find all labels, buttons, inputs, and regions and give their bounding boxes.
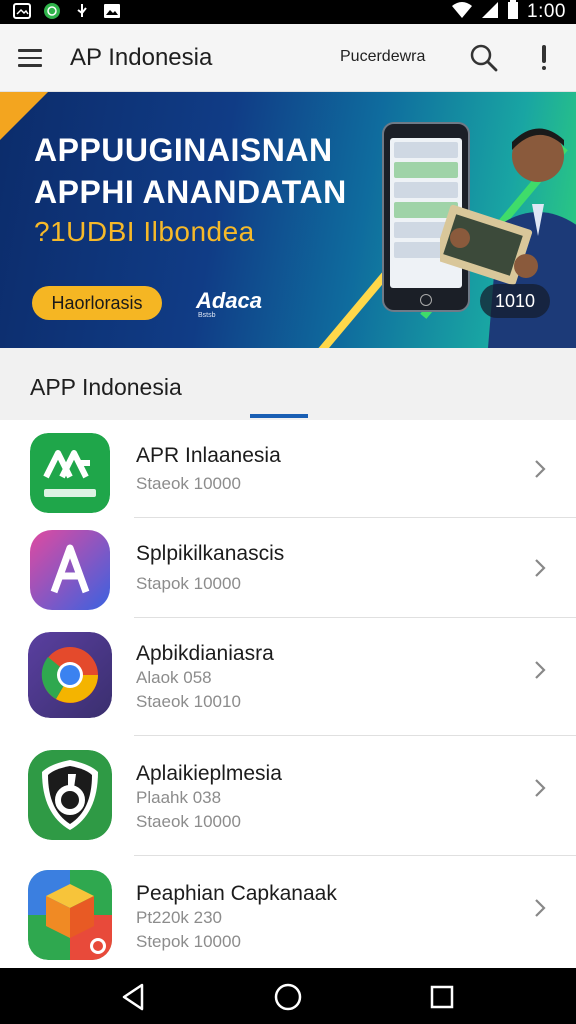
list-item-subtitle: Staeok 10000 [136, 812, 241, 831]
system-nav-bar [0, 968, 576, 1024]
back-icon[interactable] [116, 980, 152, 1014]
app-title: AP Indonesia [70, 44, 213, 71]
app-bar: AP Indonesia Pucerdewra [0, 24, 576, 92]
chevron-right-icon [532, 457, 548, 481]
list-item-subtitle: Pt220k 230 [136, 908, 223, 927]
home-icon[interactable] [270, 980, 306, 1014]
section-tab-indicator [250, 414, 308, 418]
green-app-icon [30, 433, 110, 513]
chevron-right-icon [532, 776, 548, 800]
list-item-subtitle: Staeok 10010 [136, 692, 241, 711]
banner-logo-sub: Bstsb [198, 312, 216, 319]
list-item[interactable]: Peaphian Capkanaak Pt220k 230 Stepok 100… [0, 856, 576, 968]
list-item[interactable]: Splpikilkanascis Stapok 10000 [0, 518, 576, 618]
list-item-subtitle: Stapok 10000 [136, 574, 241, 593]
whatsapp-icon [42, 2, 62, 20]
banner-logo: Adaca [196, 288, 263, 313]
section-header: APP Indonesia [0, 348, 576, 420]
usb-icon [72, 2, 92, 20]
menu-icon[interactable] [18, 42, 52, 74]
list-item-subtitle: Staeok 10000 [136, 474, 241, 493]
recents-icon[interactable] [424, 980, 460, 1014]
section-title: APP Indonesia [30, 374, 182, 400]
promo-banner[interactable]: APPUUGINAISNAN APPHI ANANDATAN ?1UDBI Il… [0, 92, 576, 348]
list-item-subtitle: Plaahk 038 [136, 788, 222, 807]
chrome-like-app-icon [28, 632, 112, 718]
list-item-subtitle: Stepok 10000 [136, 932, 241, 951]
app-list: APR Inlaanesia Staeok 10000 Splpikilkana… [0, 420, 576, 968]
shield-app-icon [28, 750, 112, 840]
banner-cta-button[interactable]: Haorlorasis [32, 286, 162, 320]
gallery-icon [12, 2, 32, 20]
list-item[interactable]: Aplaikieplmesia Plaahk 038 Staeok 10000 [0, 736, 576, 856]
image-icon [102, 2, 122, 20]
battery-icon [507, 0, 519, 25]
chevron-right-icon [532, 896, 548, 920]
list-item-title: APR Inlaanesia [136, 444, 281, 467]
banner-counter: 1010 [480, 284, 550, 318]
list-item-title: Apbikdianiasra [136, 642, 274, 665]
list-item-subtitle: Alaok 058 [136, 668, 212, 687]
wifi-icon [451, 1, 473, 24]
search-icon[interactable] [466, 40, 502, 76]
more-icon[interactable] [530, 40, 558, 76]
chevron-right-icon [532, 658, 548, 682]
signal-icon [481, 1, 499, 24]
cube-app-icon [28, 870, 112, 960]
banner-headline-3: ?1UDBI Ilbondea [34, 216, 255, 247]
chevron-right-icon [532, 556, 548, 580]
banner-headline-2: APPHI ANANDATAN [34, 174, 347, 210]
banner-headline-1: APPUUGINAISNAN [34, 132, 333, 168]
app-bar-action-link[interactable]: Pucerdewra [340, 48, 425, 66]
status-time: 1:00 [527, 1, 566, 22]
purple-a-app-icon [30, 530, 110, 610]
list-item-title: Peaphian Capkanaak [136, 882, 337, 905]
list-item-title: Aplaikieplmesia [136, 762, 282, 785]
list-item-title: Splpikilkanascis [136, 542, 285, 565]
list-item[interactable]: APR Inlaanesia Staeok 10000 [0, 420, 576, 518]
list-item[interactable]: Apbikdianiasra Alaok 058 Staeok 10010 [0, 618, 576, 736]
status-bar: 1:00 [0, 0, 576, 24]
